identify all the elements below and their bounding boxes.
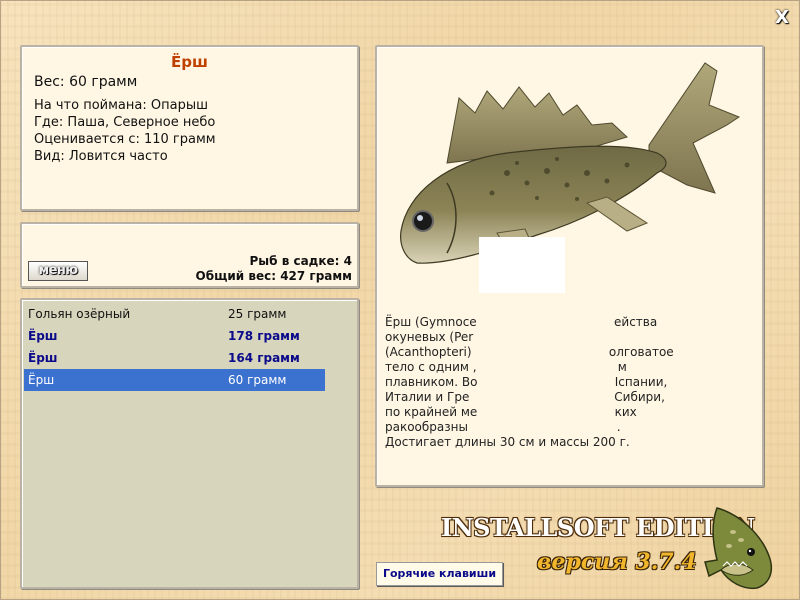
description-line: (Acanthopteri) олговатое xyxy=(385,345,674,359)
price-line: Оценивается с: 110 грамм xyxy=(34,132,216,147)
list-item[interactable]: Ёрш 164 грамм xyxy=(24,347,325,369)
list-item-selected[interactable]: Ёрш 60 грамм xyxy=(24,369,325,391)
description-line: тело с одним , м xyxy=(385,360,627,374)
fish-count: Рыб в садке: 4 xyxy=(249,254,353,268)
fish-info-panel: Ёрш Вес: 60 грамм На что поймана: Опарыш… xyxy=(20,45,359,211)
list-item[interactable]: Ёрш 178 грамм xyxy=(24,325,325,347)
list-item-weight: 178 грамм xyxy=(228,329,300,343)
description-line: ракообразны . xyxy=(385,420,621,434)
keepnet-panel: меню Рыб в садке: 4 Общий вес: 427 грамм xyxy=(20,222,359,288)
kind-line: Вид: Ловится часто xyxy=(34,149,168,164)
ruffe-fish-image xyxy=(387,53,749,293)
list-item-weight: 25 грамм xyxy=(228,307,287,321)
description-line: по крайней ме ких xyxy=(385,405,637,419)
fish-description: Ёрш (Gymnoce ейства окуневых (Per (Acant… xyxy=(385,315,750,450)
catch-list[interactable]: Гольян озёрный 25 грамм Ёрш 178 грамм Ёр… xyxy=(20,298,359,589)
description-line: Достигает длины 30 см и массы 200 г. xyxy=(385,435,630,449)
menu-button[interactable]: меню xyxy=(28,261,88,281)
location-line: Где: Паша, Северное небо xyxy=(34,115,216,130)
close-icon[interactable]: X xyxy=(773,9,791,27)
list-item-name: Гольян озёрный xyxy=(28,307,131,321)
list-item-name: Ёрш xyxy=(28,373,55,387)
pike-logo-icon xyxy=(699,504,784,594)
bait-line: На что поймана: Опарыш xyxy=(34,98,208,113)
hotkeys-button[interactable]: Горячие клавиши xyxy=(376,562,503,586)
fish-details: На что поймана: Опарыш Где: Паша, Северн… xyxy=(34,97,216,165)
total-weight: Общий вес: 427 грамм xyxy=(195,269,352,283)
fish-picture-panel: Ёрш (Gymnoce ейства окуневых (Per (Acant… xyxy=(375,45,764,487)
list-item-weight: 60 грамм xyxy=(228,373,287,387)
list-item-name: Ёрш xyxy=(28,329,58,343)
list-item-name: Ёрш xyxy=(28,351,58,365)
list-item-weight: 164 грамм xyxy=(228,351,300,365)
description-line: окуневых (Per xyxy=(385,330,474,344)
version-label: версия 3.7.4 xyxy=(537,549,697,575)
description-line: Ёрш (Gymnoce ейства xyxy=(385,315,658,329)
description-line: плавником. Во Іспании, xyxy=(385,375,668,389)
fish-weight: Вес: 60 грамм xyxy=(34,74,138,90)
list-item[interactable]: Гольян озёрный 25 грамм xyxy=(24,303,325,325)
keepnet-stats: Рыб в садке: 4 Общий вес: 427 грамм xyxy=(196,254,352,284)
fish-title: Ёрш xyxy=(171,53,208,71)
description-line: Италии и Гре Сибири, xyxy=(385,390,665,404)
